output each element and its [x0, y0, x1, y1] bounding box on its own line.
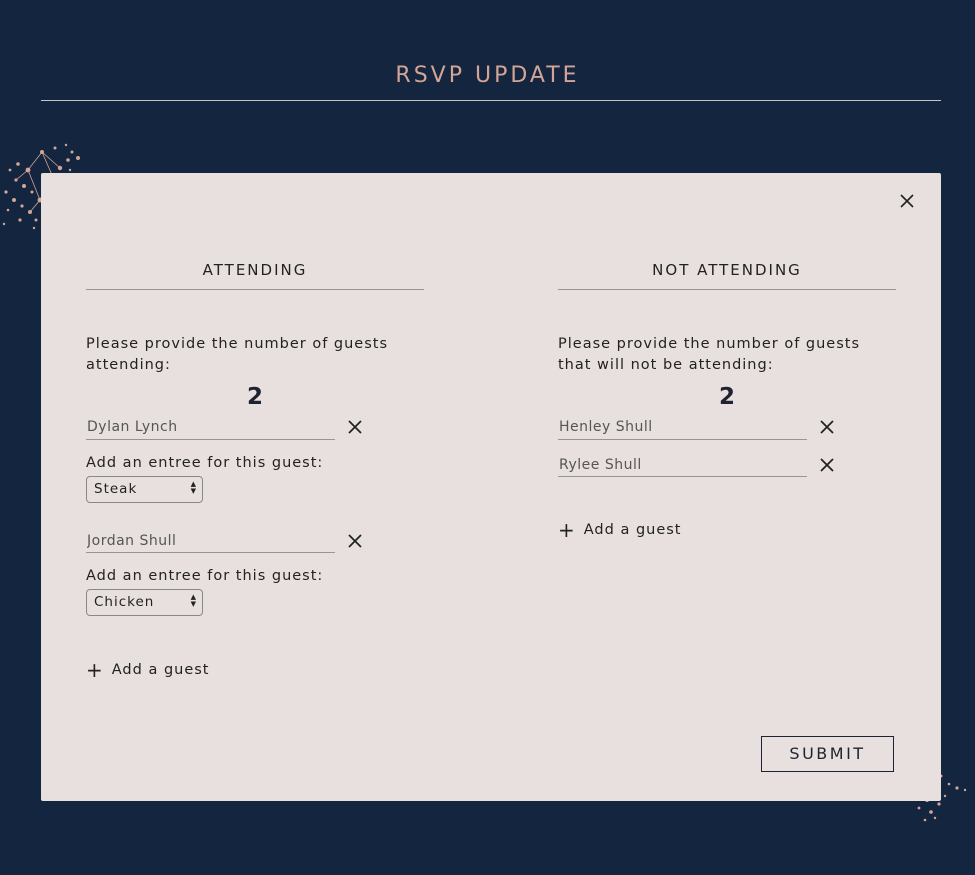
attending-column: ATTENDING Please provide the number of g…	[86, 261, 424, 682]
submit-button[interactable]: SUBMIT	[761, 736, 894, 772]
entree-selected-value: Chicken	[94, 594, 155, 610]
plus-icon: +	[558, 518, 576, 542]
add-guest-button[interactable]: + Add a guest	[86, 658, 424, 682]
guest-name-input[interactable]	[86, 531, 335, 553]
entree-label: Add an entree for this guest:	[86, 568, 324, 584]
entree-select[interactable]: Steak ▲ ▼	[86, 475, 203, 503]
title-divider	[41, 100, 941, 101]
select-arrows-icon: ▲ ▼	[190, 479, 197, 495]
page-title: RSVP UPDATE	[395, 63, 580, 88]
attending-count[interactable]: 2	[86, 384, 424, 412]
not-attending-heading: NOT ATTENDING	[558, 261, 896, 290]
guest-row	[86, 416, 424, 440]
guest-row	[558, 416, 896, 440]
rsvp-card: ATTENDING Please provide the number of g…	[41, 173, 941, 801]
guest-row	[558, 454, 896, 477]
remove-guest-x-icon[interactable]	[820, 457, 834, 472]
not-attending-prompt: Please provide the number of guests that…	[558, 336, 861, 373]
add-guest-label: Add a guest	[583, 522, 682, 538]
guest-name-input[interactable]	[86, 417, 335, 440]
entree-select[interactable]: Chicken ▲ ▼	[86, 589, 203, 616]
not-attending-column: NOT ATTENDING Please provide the number …	[558, 261, 896, 542]
attending-prompt: Please provide the number of guests atte…	[86, 336, 389, 373]
guest-name-input[interactable]	[558, 455, 807, 477]
remove-guest-x-icon[interactable]	[820, 420, 834, 434]
guest-row	[86, 530, 424, 553]
guest-name-input[interactable]	[558, 417, 807, 440]
entree-selected-value: Steak	[94, 480, 138, 497]
plus-icon: +	[86, 658, 104, 682]
remove-guest-x-icon[interactable]	[348, 533, 362, 548]
add-guest-button[interactable]: + Add a guest	[558, 518, 896, 542]
entree-label: Add an entree for this guest:	[86, 454, 324, 471]
add-guest-label: Add a guest	[111, 662, 210, 678]
attending-heading: ATTENDING	[86, 261, 424, 290]
remove-guest-x-icon[interactable]	[348, 420, 362, 434]
select-arrows-icon: ▲ ▼	[190, 593, 197, 608]
not-attending-count[interactable]: 2	[558, 384, 896, 412]
close-icon[interactable]	[899, 193, 915, 209]
